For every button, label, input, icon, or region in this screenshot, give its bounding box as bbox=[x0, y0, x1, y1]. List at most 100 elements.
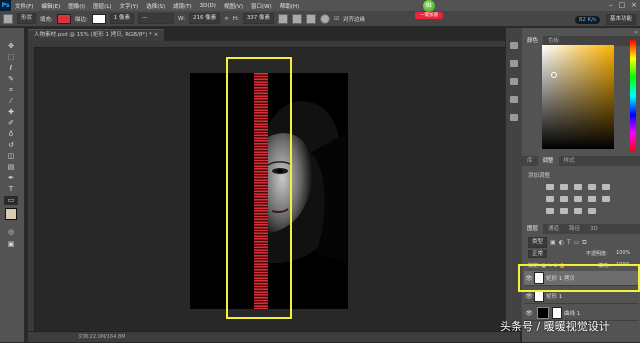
width-input[interactable]: 216 像素 bbox=[188, 13, 221, 24]
filter-smart-icon[interactable]: ⧉ bbox=[582, 239, 586, 247]
threshold-icon[interactable] bbox=[574, 208, 582, 214]
layer-filter-select[interactable]: 类型 bbox=[528, 237, 548, 248]
quick-select-tool-icon[interactable]: ✎ bbox=[4, 75, 18, 84]
visibility-eye-icon[interactable]: 👁 bbox=[524, 293, 534, 300]
invert-icon[interactable] bbox=[546, 208, 554, 214]
opacity-input[interactable]: 100% bbox=[616, 250, 630, 256]
exposure-icon[interactable] bbox=[588, 184, 596, 190]
properties-panel-icon[interactable] bbox=[510, 60, 518, 67]
screen-mode-icon[interactable]: ▣ bbox=[4, 240, 18, 249]
tab-libraries[interactable]: 库 bbox=[522, 156, 538, 166]
history-brush-tool-icon[interactable]: ↺ bbox=[4, 141, 18, 150]
menu-help[interactable]: 帮助(H) bbox=[276, 2, 303, 10]
filter-pixel-icon[interactable]: ▣ bbox=[550, 239, 556, 246]
path-arrange-icon[interactable] bbox=[306, 13, 317, 24]
healing-brush-tool-icon[interactable]: ✚ bbox=[4, 108, 18, 117]
filter-shape-icon[interactable]: ▭ bbox=[574, 239, 580, 246]
visibility-eye-icon[interactable]: 👁 bbox=[524, 310, 534, 317]
link-icon[interactable]: ∞ bbox=[224, 16, 229, 22]
menu-file[interactable]: 文件(F) bbox=[11, 2, 37, 10]
quick-mask-icon[interactable]: ◎ bbox=[4, 228, 18, 237]
photo-filter-icon[interactable] bbox=[588, 196, 596, 202]
fill-swatch[interactable] bbox=[56, 13, 71, 24]
tab-channels[interactable]: 通道 bbox=[543, 224, 564, 234]
stroke-width-input[interactable]: 1 像素 bbox=[109, 13, 134, 24]
clone-stamp-tool-icon[interactable]: ♁ bbox=[4, 130, 18, 139]
menu-type[interactable]: 文字(Y) bbox=[116, 2, 143, 10]
blend-row: 正常 不透明度: 100% bbox=[528, 250, 634, 259]
menu-select[interactable]: 选择(S) bbox=[142, 2, 169, 10]
eraser-tool-icon[interactable]: ◫ bbox=[4, 152, 18, 161]
height-input[interactable]: 337 像素 bbox=[242, 13, 275, 24]
move-tool-icon[interactable]: ✥ bbox=[4, 42, 18, 51]
vibrance-icon[interactable] bbox=[602, 184, 610, 190]
speed-badge: 82 K/s bbox=[574, 15, 600, 24]
align-edges-checkbox[interactable]: ☑ bbox=[334, 16, 339, 22]
minimize-button[interactable]: – bbox=[609, 1, 613, 9]
gradient-map-icon[interactable] bbox=[588, 208, 596, 214]
maximize-button[interactable]: □ bbox=[619, 1, 626, 9]
filter-type-icon[interactable]: T bbox=[567, 239, 571, 246]
stroke-swatch[interactable] bbox=[91, 13, 106, 24]
gradient-tool-icon[interactable]: ▤ bbox=[4, 163, 18, 172]
path-ops-icon[interactable] bbox=[278, 13, 289, 24]
paragraph-panel-icon[interactable] bbox=[510, 114, 518, 121]
path-align-icon[interactable] bbox=[292, 13, 303, 24]
menu-image[interactable]: 图像(I) bbox=[64, 2, 89, 10]
menu-window[interactable]: 窗口(W) bbox=[247, 2, 276, 10]
close-button[interactable]: × bbox=[631, 1, 637, 9]
options-bar: 形状 填充: 描边: 1 像素 — W: 216 像素 ∞ H: 337 像素 … bbox=[0, 11, 640, 27]
shape-tool-icon[interactable] bbox=[3, 13, 13, 24]
menu-view[interactable]: 视图(V) bbox=[220, 2, 247, 10]
color-balance-icon[interactable] bbox=[560, 196, 568, 202]
stroke-style-select[interactable]: — bbox=[137, 13, 174, 24]
character-panel-icon[interactable] bbox=[510, 96, 518, 103]
canvas-highlight-frame bbox=[226, 57, 292, 319]
tab-paths[interactable]: 路径 bbox=[564, 224, 585, 234]
close-tab-icon[interactable]: × bbox=[154, 32, 159, 38]
curves-icon[interactable] bbox=[574, 184, 582, 190]
menu-filter[interactable]: 滤镜(T) bbox=[169, 2, 196, 10]
gear-icon[interactable] bbox=[320, 13, 331, 24]
panel-collapse-icon[interactable]: » bbox=[634, 29, 638, 36]
brush-tool-icon[interactable]: ✐ bbox=[4, 119, 18, 128]
width-label: W: bbox=[177, 15, 185, 22]
tab-styles[interactable]: 样式 bbox=[559, 156, 580, 166]
tab-adjustments[interactable]: 调整 bbox=[537, 156, 559, 166]
menu-layer[interactable]: 图层(L) bbox=[89, 2, 115, 10]
accelerator-badge[interactable]: 91 一键加速 bbox=[415, 0, 443, 22]
channel-mixer-icon[interactable] bbox=[602, 196, 610, 202]
tab-3d[interactable]: 3D bbox=[585, 224, 603, 234]
menu-edit[interactable]: 编辑(E) bbox=[37, 2, 64, 10]
menu-3d[interactable]: 3D(D) bbox=[196, 3, 220, 9]
filter-adjust-icon[interactable]: ◐ bbox=[559, 239, 564, 246]
tab-layers[interactable]: 图层 bbox=[522, 224, 544, 234]
color-picker-field[interactable] bbox=[542, 45, 614, 149]
hue-saturation-icon[interactable] bbox=[546, 196, 554, 202]
color-picker-cursor[interactable] bbox=[551, 72, 557, 78]
foreground-color-swatch[interactable] bbox=[5, 208, 17, 220]
stroke-label: 描边: bbox=[74, 16, 88, 23]
document-title: 人物素材.psd @ 15% (矩形 1 拷贝, RGB/8*) * bbox=[34, 32, 152, 38]
window-controls: – □ × bbox=[609, 1, 637, 9]
crop-tool-icon[interactable]: ⌗ bbox=[4, 86, 18, 95]
levels-icon[interactable] bbox=[560, 184, 568, 190]
workspace-select[interactable]: 基本功能 bbox=[605, 14, 636, 25]
brush-panel-icon[interactable] bbox=[510, 78, 518, 85]
marquee-tool-icon[interactable]: ⬚ bbox=[4, 53, 18, 62]
shape-mode-select[interactable]: 形状 bbox=[17, 13, 37, 24]
history-panel-icon[interactable] bbox=[510, 42, 518, 49]
eyedropper-tool-icon[interactable]: ⁄ bbox=[4, 97, 18, 106]
pen-tool-icon[interactable]: ✒ bbox=[4, 174, 18, 183]
tab-color[interactable]: 颜色 bbox=[522, 36, 544, 46]
brightness-icon[interactable] bbox=[546, 184, 554, 190]
blend-mode-select[interactable]: 正常 bbox=[528, 250, 548, 258]
type-tool-icon[interactable]: T bbox=[4, 185, 18, 194]
layer-name: 矩形 1 bbox=[546, 294, 563, 300]
lasso-tool-icon[interactable]: ℓ bbox=[4, 64, 18, 73]
hue-slider[interactable] bbox=[630, 40, 636, 152]
document-tab[interactable]: 人物素材.psd @ 15% (矩形 1 拷贝, RGB/8*) * × bbox=[28, 29, 165, 41]
black-white-icon[interactable] bbox=[574, 196, 582, 202]
posterize-icon[interactable] bbox=[560, 208, 568, 214]
rectangle-tool-icon[interactable]: ▭ bbox=[4, 196, 18, 205]
